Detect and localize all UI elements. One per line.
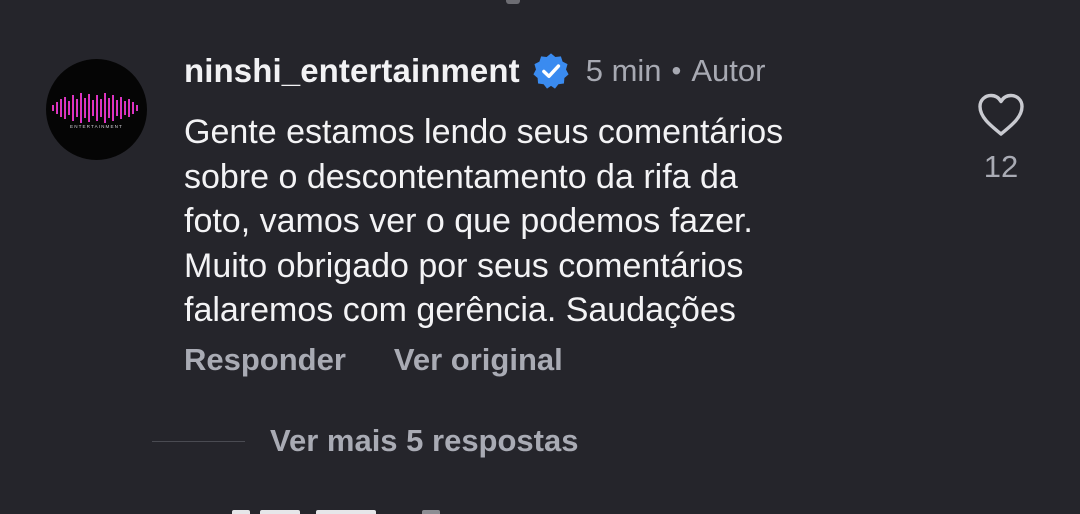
reply-button[interactable]: Responder — [184, 342, 346, 378]
previous-item-fragment — [506, 0, 520, 4]
comment-actions: Responder Ver original — [184, 342, 563, 378]
comment-text-line: Muito obrigado por seus comentários — [184, 246, 744, 285]
view-more-replies-label[interactable]: Ver mais 5 respostas — [270, 423, 578, 459]
comment-text-line: sobre o descontentamento da rifa da — [184, 157, 738, 196]
comment-text: Gente estamos lendo seus comentários sob… — [184, 110, 944, 333]
ninshi-logo-icon: ENTERTAINMENT — [52, 93, 138, 129]
see-original-button[interactable]: Ver original — [394, 342, 563, 378]
comment-time: 5 min — [585, 53, 662, 88]
verified-badge-icon — [533, 53, 569, 89]
comment-text-line: Gente estamos lendo seus comentários — [184, 113, 784, 151]
comment-text-line: falaremos com gerência. Saudações — [184, 291, 736, 329]
comment-header: ninshi_entertainment 5 min • Autor — [184, 48, 765, 94]
next-comment-fragment — [232, 508, 462, 514]
author-badge: Autor — [691, 53, 766, 88]
view-more-replies[interactable]: Ver mais 5 respostas — [152, 420, 578, 462]
comment-text-line: foto, vamos ver o que podemos fazer. — [184, 202, 753, 240]
meta-separator: • — [671, 55, 682, 86]
svg-text:ENTERTAINMENT: ENTERTAINMENT — [70, 124, 123, 129]
heart-outline-icon[interactable] — [976, 92, 1026, 138]
avatar[interactable]: ENTERTAINMENT — [46, 59, 147, 160]
like-section: 12 — [975, 92, 1027, 185]
comment-screen: ENTERTAINMENT ninshi_entertainment 5 min… — [0, 0, 1080, 514]
like-count: 12 — [983, 149, 1019, 184]
username[interactable]: ninshi_entertainment — [184, 52, 520, 90]
replies-divider — [152, 440, 245, 442]
